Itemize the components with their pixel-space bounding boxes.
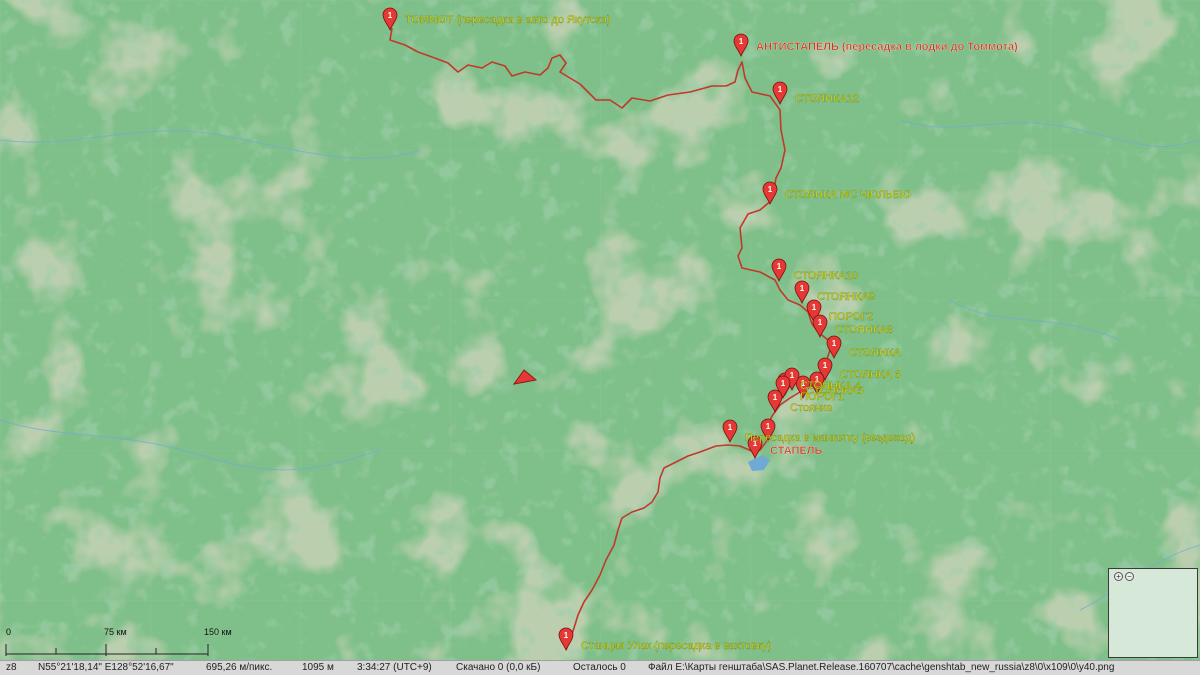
pin-number: 1	[800, 284, 805, 293]
pin-number: 1	[778, 85, 783, 94]
status-file: Файл E:\Карты генштаба\SAS.Planet.Releas…	[648, 662, 1115, 673]
pin-number: 1	[739, 37, 744, 46]
pin-number: 1	[768, 185, 773, 194]
pin-number: 1	[773, 393, 778, 402]
pin-number: 1	[790, 371, 795, 380]
pin-number: 1	[564, 631, 569, 640]
minimap-zoom-out-button[interactable]: −	[1125, 572, 1134, 581]
marker-label-st7[interactable]: СТОЯНКА	[849, 347, 902, 359]
marker-label-st10[interactable]: СТОЯНКА10	[794, 270, 858, 282]
status-downloaded: Скачано 0 (0,0 кБ)	[456, 662, 541, 673]
marker-label-st9[interactable]: СТОЯНКА9	[817, 291, 875, 303]
status-elevation: 1095 м	[302, 662, 334, 673]
marker-label-peresadka[interactable]: Пересадка в манкетку (вездеход)	[745, 432, 915, 444]
minimap-zoom-in-button[interactable]: +	[1114, 572, 1123, 581]
scale-bar: 0 75 км 150 км	[0, 624, 260, 660]
marker-label-ulak[interactable]: Станция Улак (пересадка в вахтовку)	[581, 640, 772, 652]
scale-label-75: 75 км	[104, 627, 127, 637]
status-resolution: 695,26 м/пикс.	[206, 662, 273, 673]
marker-label-porog2[interactable]: ПОРОГ2	[829, 311, 873, 323]
pin-number: 1	[781, 379, 786, 388]
scale-label-150: 150 км	[204, 627, 232, 637]
pin-number: 1	[823, 361, 828, 370]
marker-label-antistapel[interactable]: АНТИСТАПЕЛЬ (пересадка в лодки до Томмот…	[756, 41, 1018, 53]
pin-number: 1	[728, 423, 733, 432]
marker-label-st12[interactable]: СТОЯНКА12	[795, 93, 859, 105]
status-bar: z8 N55°21'18,14" E128°52'16,67" 695,26 м…	[0, 660, 1200, 675]
marker-label-stmc[interactable]: СТОЯНКА МС ЧЮЛЬБЮ	[785, 189, 911, 201]
pin-number: 1	[777, 262, 782, 271]
pin-number: 1	[766, 422, 771, 431]
pin-number: 1	[832, 339, 837, 348]
pin-number: 1	[818, 318, 823, 327]
status-zoom: z8	[6, 662, 17, 673]
marker-label-st8[interactable]: СТОЯНКА8	[835, 324, 893, 336]
status-coords: N55°21'18,14" E128°52'16,67"	[38, 662, 174, 673]
pin-number: 1	[812, 303, 817, 312]
map-grid	[0, 0, 1200, 660]
pin-number: 1	[388, 11, 393, 20]
scale-label-0: 0	[6, 627, 11, 637]
marker-label-st_small[interactable]: Стоянка	[790, 402, 833, 414]
map-canvas[interactable]: 11111111111111111111 ТОММОТ (пересадка в…	[0, 0, 1200, 660]
status-remaining: Осталось 0	[573, 662, 626, 673]
minimap[interactable]: + −	[1108, 568, 1198, 658]
status-time: 3:34:27 (UTC+9)	[357, 662, 432, 673]
marker-label-stapel[interactable]: СТАПЕЛЬ	[770, 445, 823, 457]
marker-label-tommot[interactable]: ТОММОТ (пересадка в авто до Якутска)	[405, 14, 611, 26]
